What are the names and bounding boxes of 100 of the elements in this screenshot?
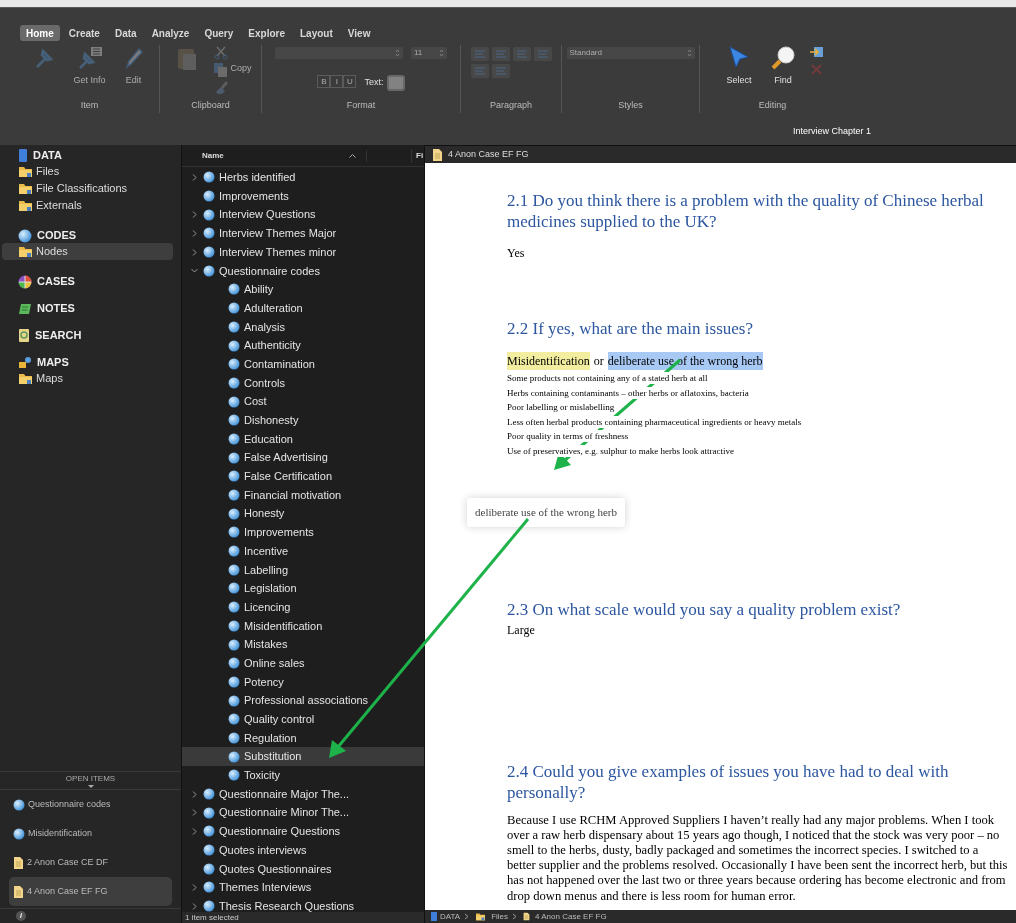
tree-row[interactable]: Herbs identified [182,168,424,187]
node-icon [228,302,240,315]
ribbon-tab[interactable]: Explore [242,25,291,41]
tree-row[interactable]: Interview Themes Major [182,224,424,243]
tree-row[interactable]: Incentive [182,541,424,561]
breadcrumb-item[interactable]: Files [473,910,509,923]
tree-row[interactable]: Misidentification [182,616,424,636]
tree-row[interactable]: Questionnaire Major The... [182,784,424,804]
open-item[interactable]: 2 Anon Case CE DF [9,848,172,877]
tree-row[interactable]: Dishonesty [182,410,424,430]
tree-row[interactable]: Regulation [182,728,424,748]
align-icon [473,50,486,58]
tree-row[interactable]: Toxicity [182,766,424,785]
tree-row[interactable]: Quotes interviews [182,840,424,860]
align-icon [515,50,528,58]
stepper-icon [439,49,444,57]
document-icon [13,884,24,899]
group-label: Clipboard [191,99,230,112]
tree-row[interactable]: Legislation [182,579,424,598]
scissors-icon [213,44,229,60]
tree-row[interactable]: Mistakes [182,635,424,654]
column-header[interactable]: Name [182,149,367,162]
sidebar-item[interactable]: Nodes [2,243,173,260]
align-icon [473,67,486,75]
caret-icon [87,785,94,788]
tree-row[interactable]: Interview Questions [182,205,424,225]
tree-row[interactable]: Labelling [182,560,424,580]
tree-row[interactable]: Analysis [182,317,424,337]
select-button[interactable]: Select [721,45,757,88]
open-item[interactable]: 4 Anon Case EF FG [9,877,172,906]
answer-text: Yes [507,245,526,262]
tree-row[interactable]: Questionnaire codes [182,261,424,281]
tree-row[interactable]: Education [182,429,424,449]
tree-row[interactable]: Contamination [182,354,424,374]
node-icon [228,582,240,595]
folder-icon [18,165,33,178]
node-icon [13,798,25,811]
tree-row[interactable]: Themes Interviews [182,878,424,897]
tree-row[interactable]: Authenticity [182,336,424,355]
breadcrumb-item[interactable]: DATA [431,910,461,923]
node-icon [228,339,240,352]
text-color-label: Text: [364,76,384,90]
highlighted-text: Misidentification [507,352,590,370]
import-button[interactable] [809,45,824,59]
ribbon-tab[interactable]: Query [198,25,240,41]
tree-row[interactable]: Substitution [182,747,424,766]
ribbon-tab[interactable]: Data [108,25,143,41]
tree-row[interactable]: False Certification [182,467,424,486]
tree-row[interactable]: Controls [182,373,424,393]
node-icon [203,788,215,801]
tree-row[interactable]: Quotes Questionnaires [182,859,424,879]
tree-row[interactable]: Quality control [182,709,424,729]
tree-row[interactable]: False Advertising [182,448,424,467]
sidebar-item[interactable]: File Classifications [18,180,173,197]
document-tab[interactable]: 4 Anon Case EF FG [425,145,1016,163]
notes-icon [18,302,32,315]
tree-row[interactable]: Adulteration [182,298,424,318]
tree-row[interactable]: Improvements [182,523,424,542]
tree-row[interactable]: Professional associations [182,691,424,710]
ribbon-tab[interactable]: Layout [294,25,339,41]
ribbon-tab[interactable]: View [341,25,377,41]
tree-row[interactable]: Honesty [182,504,424,524]
breadcrumb-item[interactable]: 4 Anon Case EF FG [521,910,607,923]
sidebar-item[interactable]: Externals [18,197,173,214]
node-icon [228,769,240,782]
section-heading: NOTES [37,301,75,317]
open-items-header[interactable]: OPEN ITEMS [0,771,181,789]
sidebar-item[interactable]: Files [18,163,173,180]
node-icon [228,432,240,445]
column-header[interactable]: Fi [412,149,424,162]
group-label: Format [346,99,376,112]
node-icon [203,208,215,221]
node-icon [228,451,240,464]
tree-row[interactable]: Potency [182,672,424,692]
node-icon [203,862,215,875]
tree-row[interactable]: Cost [182,392,424,411]
chevron-right-icon [512,913,518,920]
tree-row[interactable]: Licencing [182,597,424,617]
ribbon-tab[interactable]: Home [20,25,60,41]
tree-row[interactable]: Interview Themes minor [182,242,424,262]
document-icon [13,855,24,870]
node-icon [228,563,240,576]
section-heading: CODES [37,228,77,244]
sidebar-item[interactable]: Maps [18,370,173,387]
tree-row[interactable]: Questionnaire Questions [182,822,424,841]
tree-row[interactable]: Thesis Research Questions [182,896,424,916]
ribbon-tab[interactable]: Analyze [145,25,196,41]
tree-row[interactable]: Ability [182,280,424,299]
tree-row[interactable]: Improvements [182,186,424,206]
node-icon [203,900,215,913]
ribbon-tab[interactable]: Create [62,25,106,41]
tree-row[interactable]: Financial motivation [182,485,424,505]
tree-row[interactable]: Questionnaire Minor The... [182,803,424,823]
open-item[interactable]: Questionnaire codes [9,790,172,819]
open-item[interactable]: Misidentification [9,819,172,848]
status-text: 1 item selected [185,913,239,922]
find-button[interactable]: Find [765,45,801,88]
tree-row[interactable]: Online sales [182,653,424,673]
search-icon [18,329,30,342]
node-icon [228,750,240,763]
